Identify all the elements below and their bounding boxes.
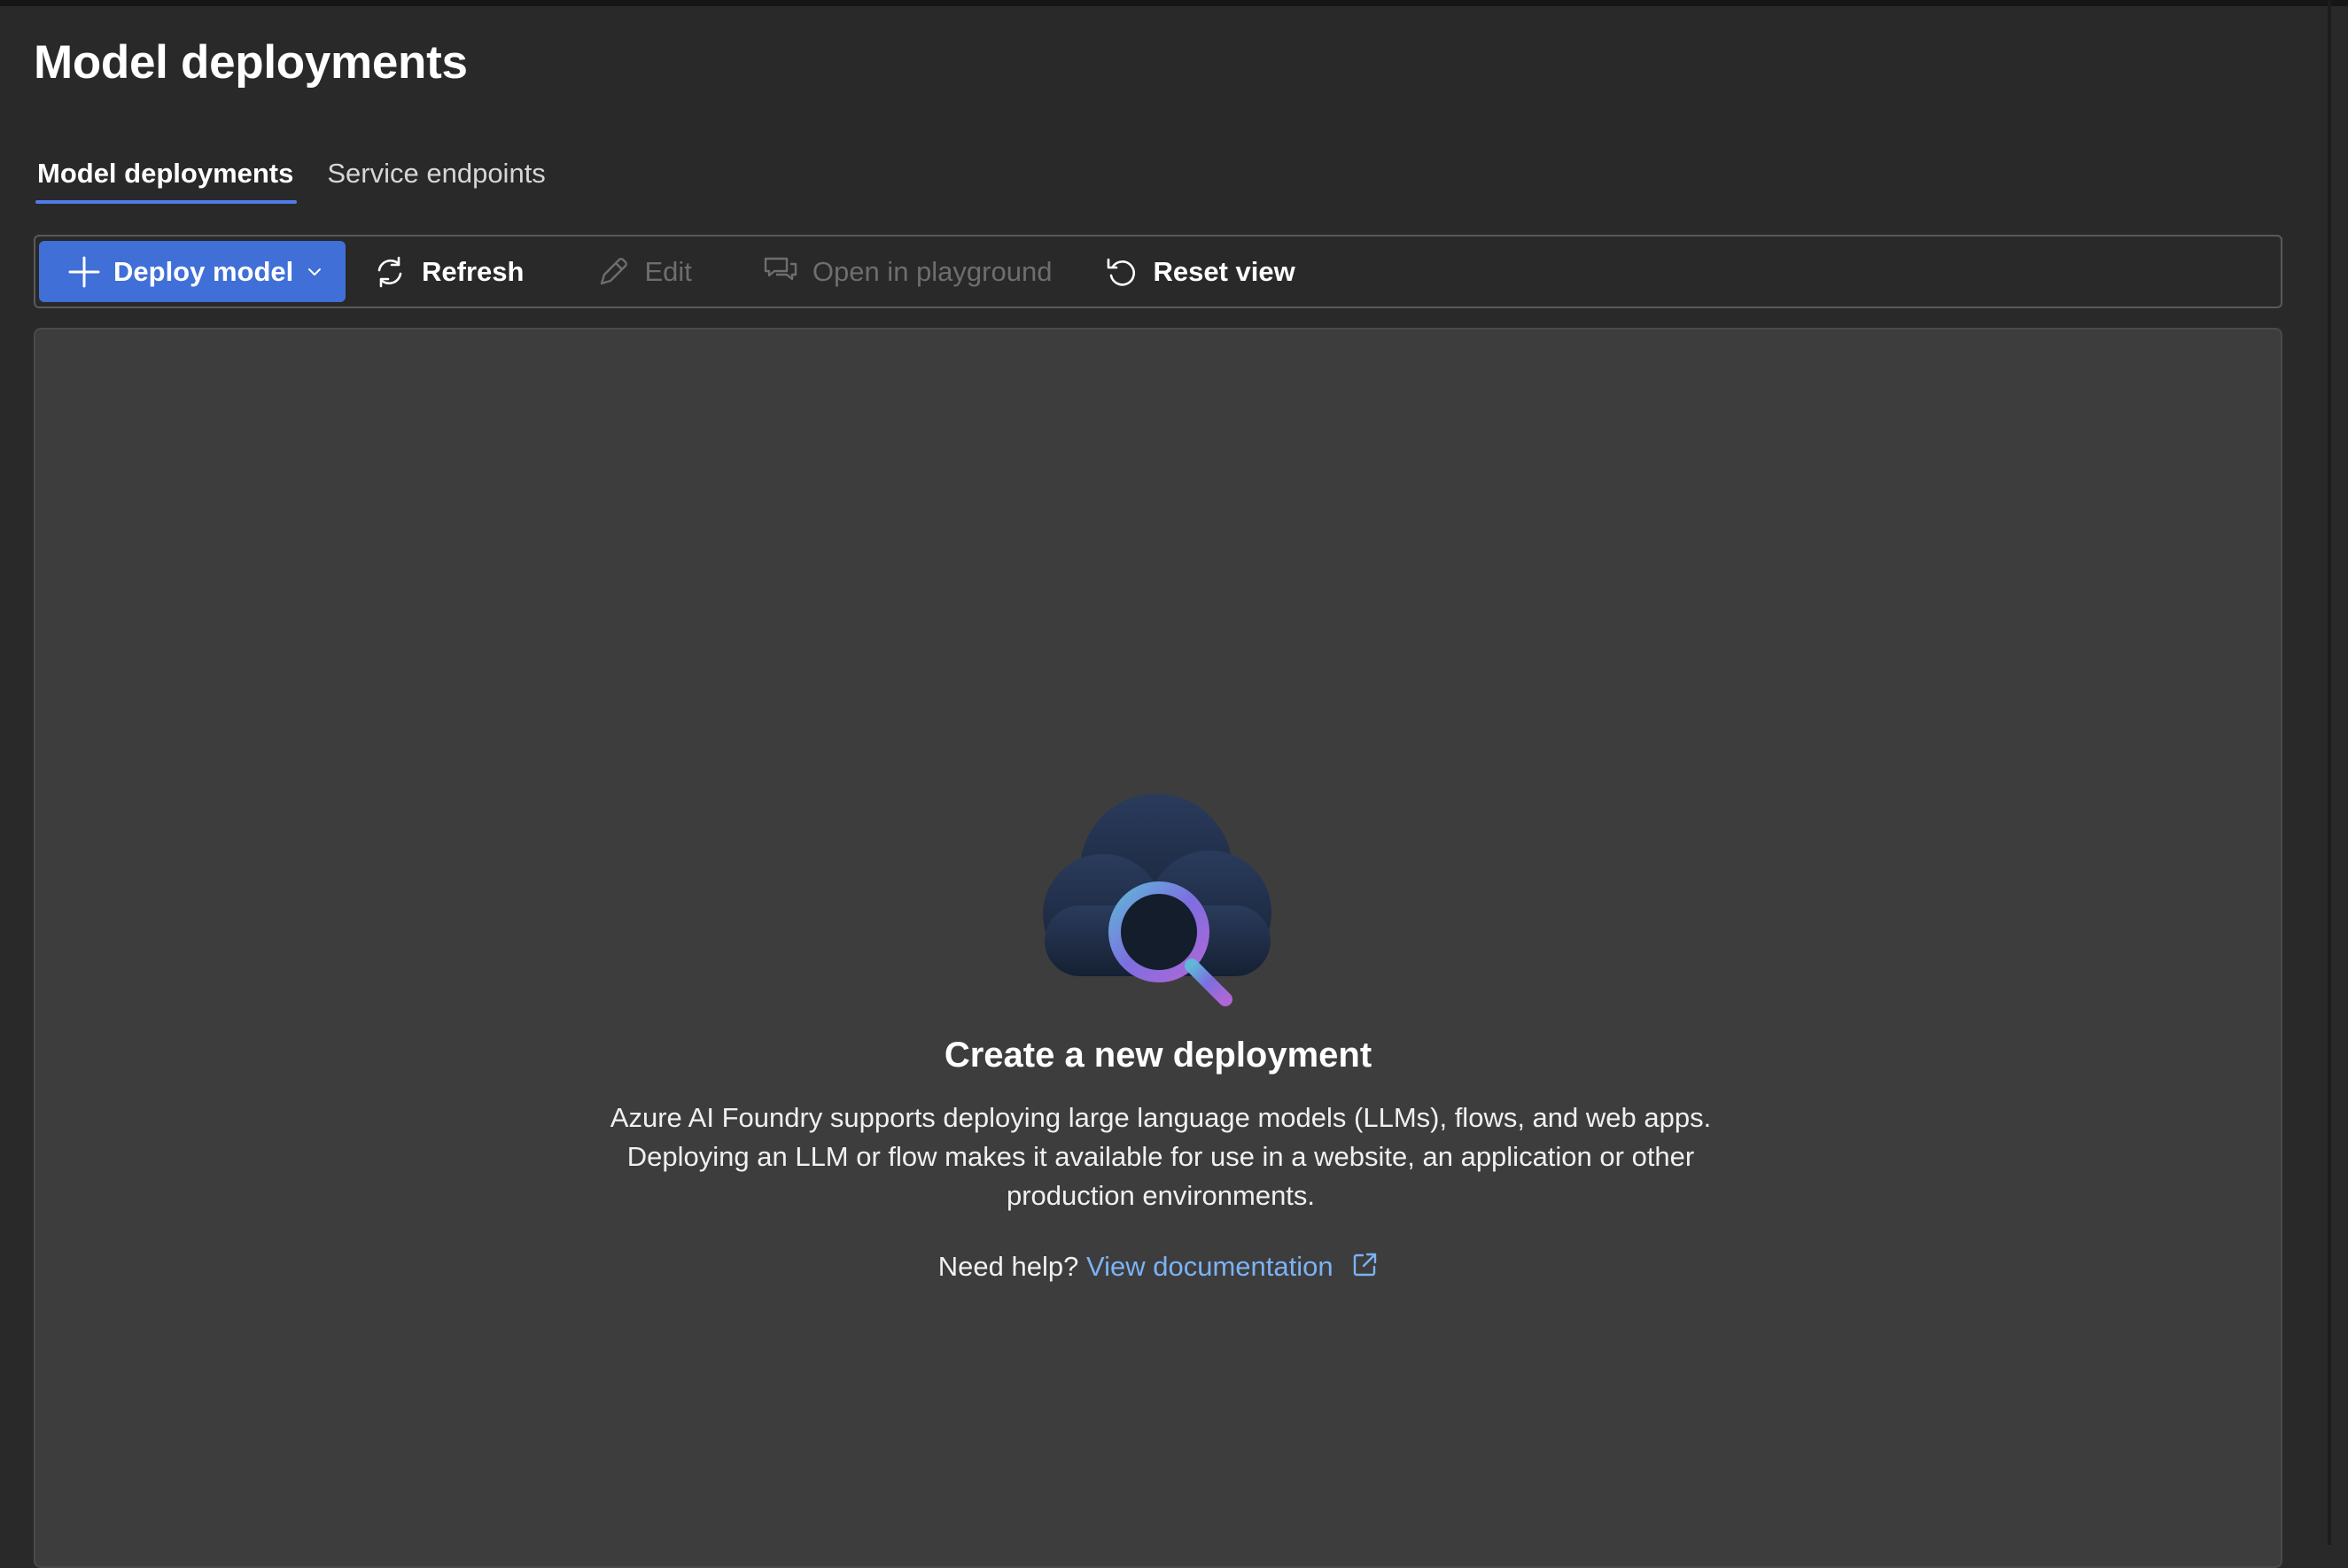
reset-view-button[interactable]: Reset view [1105, 241, 1295, 302]
right-divider [2328, 0, 2331, 1545]
page-title: Model deployments [34, 36, 468, 89]
pencil-icon [596, 255, 630, 289]
refresh-icon [372, 254, 408, 290]
tab-list: Model deployments Service endpoints [34, 152, 549, 204]
edit-label: Edit [644, 255, 692, 287]
view-documentation-link[interactable]: View documentation [1086, 1251, 1378, 1282]
tab-model-deployments[interactable]: Model deployments [34, 152, 298, 204]
help-prefix: Need help? [937, 1251, 1079, 1282]
plus-icon [67, 255, 101, 289]
view-documentation-label: View documentation [1085, 1251, 1333, 1282]
tab-service-endpoints[interactable]: Service endpoints [323, 152, 548, 204]
chat-bubbles-icon [763, 255, 798, 289]
open-in-playground-label: Open in playground [812, 255, 1053, 287]
empty-state-description: Azure AI Foundry supports deploying larg… [610, 1102, 1712, 1211]
edit-button[interactable]: Edit [596, 241, 692, 302]
empty-state-title: Create a new deployment [944, 1036, 1372, 1075]
refresh-label: Refresh [422, 255, 525, 287]
refresh-button[interactable]: Refresh [372, 241, 524, 302]
deploy-model-button[interactable]: Deploy model [39, 241, 346, 302]
page: Model deployments Model deployments Serv… [34, 0, 2284, 1568]
cloud-search-icon [1032, 790, 1298, 1025]
undo-icon [1105, 255, 1139, 289]
deploy-model-label: Deploy model [113, 255, 294, 287]
deployments-panel: Create a new deployment Azure AI Foundry… [34, 328, 2282, 1568]
open-in-playground-button[interactable]: Open in playground [763, 241, 1053, 302]
help-line: Need help? View documentation [35, 1251, 2281, 1283]
chevron-down-icon [306, 263, 323, 281]
command-bar: Deploy model Refresh Edit Open in playgr… [34, 235, 2282, 308]
reset-view-label: Reset view [1153, 255, 1295, 287]
external-link-icon [1351, 1252, 1378, 1278]
